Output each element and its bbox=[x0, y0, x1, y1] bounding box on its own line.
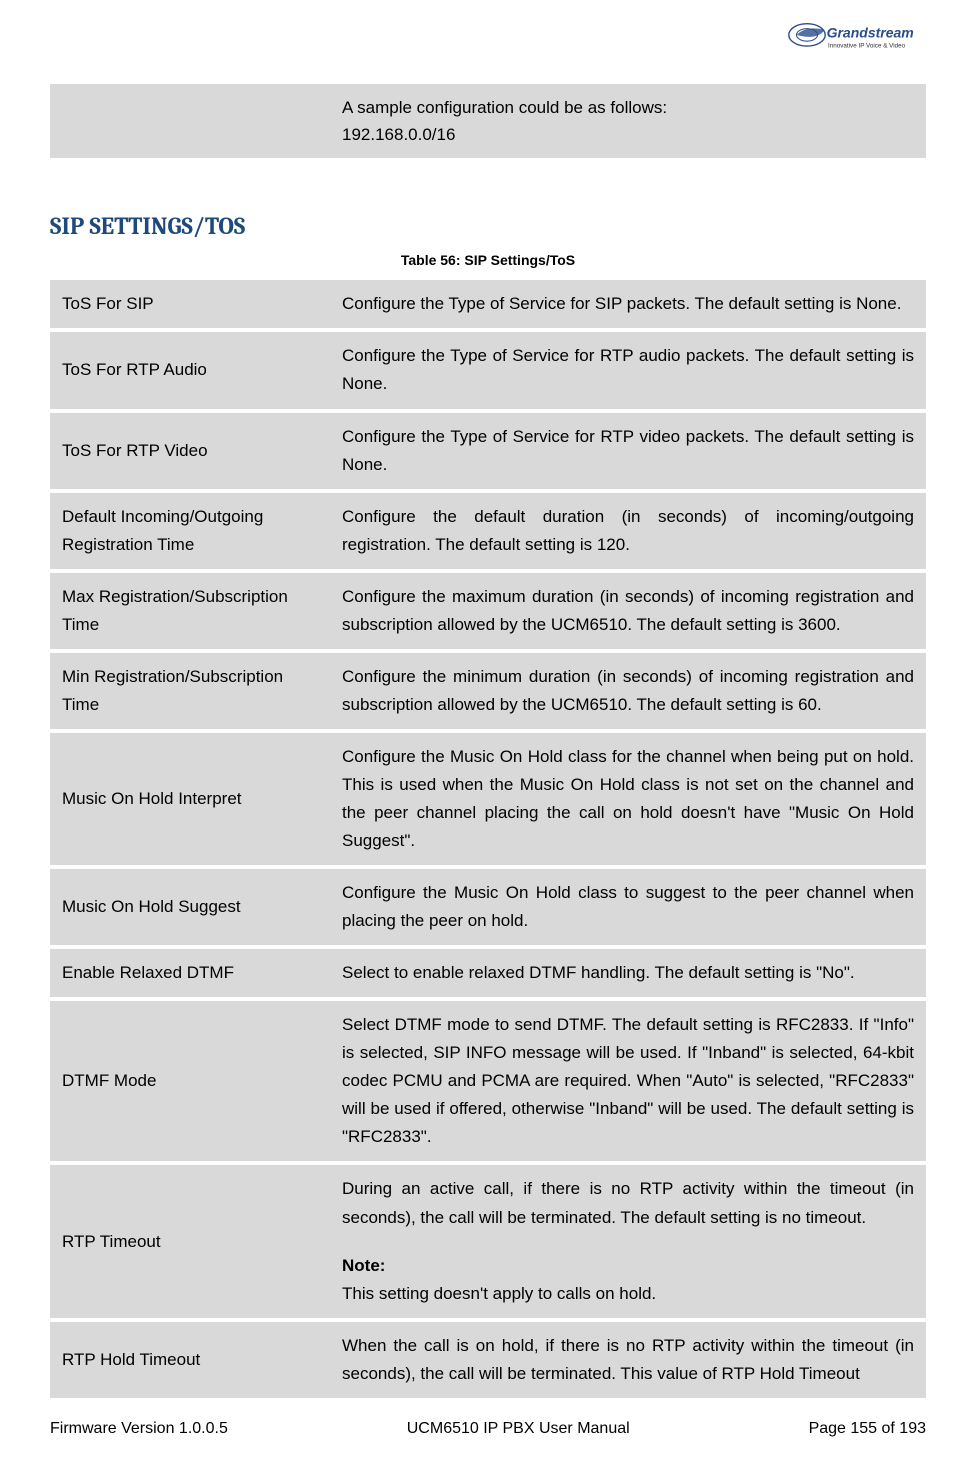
table-row: ToS For RTP Audio Configure the Type of … bbox=[50, 332, 926, 408]
setting-desc: When the call is on hold, if there is no… bbox=[330, 1322, 926, 1398]
section-heading: SIP SETTINGS/TOS bbox=[50, 212, 926, 240]
setting-label: RTP Hold Timeout bbox=[50, 1322, 330, 1398]
setting-label: Music On Hold Suggest bbox=[50, 869, 330, 945]
setting-desc: Configure the maximum duration (in secon… bbox=[330, 573, 926, 649]
setting-desc: Configure the Type of Service for RTP au… bbox=[330, 332, 926, 408]
setting-label: ToS For RTP Audio bbox=[50, 332, 330, 408]
intro-line1: A sample configuration could be as follo… bbox=[342, 98, 667, 117]
intro-desc-cell: A sample configuration could be as follo… bbox=[330, 84, 926, 158]
table-row: A sample configuration could be as follo… bbox=[50, 84, 926, 158]
svg-text:Innovative IP Voice & Video: Innovative IP Voice & Video bbox=[828, 43, 906, 50]
note-text: This setting doesn't apply to calls on h… bbox=[342, 1284, 656, 1303]
setting-label: Enable Relaxed DTMF bbox=[50, 949, 330, 997]
intro-label-cell bbox=[50, 84, 330, 158]
table-row: RTP Timeout During an active call, if th… bbox=[50, 1165, 926, 1317]
intro-line2: 192.168.0.0/16 bbox=[342, 125, 455, 144]
table-row: ToS For SIP Configure the Type of Servic… bbox=[50, 280, 926, 328]
table-row: Music On Hold Suggest Configure the Musi… bbox=[50, 869, 926, 945]
setting-desc: Select DTMF mode to send DTMF. The defau… bbox=[330, 1001, 926, 1161]
setting-label: Max Registration/Subscription Time bbox=[50, 573, 330, 649]
setting-desc: Select to enable relaxed DTMF handling. … bbox=[330, 949, 926, 997]
setting-label: Music On Hold Interpret bbox=[50, 733, 330, 865]
setting-label: Default Incoming/Outgoing Registration T… bbox=[50, 493, 330, 569]
setting-desc: Configure the Music On Hold class to sug… bbox=[330, 869, 926, 945]
setting-label: ToS For RTP Video bbox=[50, 413, 330, 489]
setting-label: ToS For SIP bbox=[50, 280, 330, 328]
table-row: Music On Hold Interpret Configure the Mu… bbox=[50, 733, 926, 865]
footer-page-number: Page 155 of 193 bbox=[809, 1420, 926, 1438]
setting-desc: Configure the minimum duration (in secon… bbox=[330, 653, 926, 729]
table-row: DTMF Mode Select DTMF mode to send DTMF.… bbox=[50, 1001, 926, 1161]
table-row: ToS For RTP Video Configure the Type of … bbox=[50, 413, 926, 489]
setting-desc: Configure the Music On Hold class for th… bbox=[330, 733, 926, 865]
rtp-timeout-desc: During an active call, if there is no RT… bbox=[342, 1179, 914, 1226]
sip-settings-table: ToS For SIP Configure the Type of Servic… bbox=[50, 276, 926, 1401]
table-row: Default Incoming/Outgoing Registration T… bbox=[50, 493, 926, 569]
table-row: RTP Hold Timeout When the call is on hol… bbox=[50, 1322, 926, 1398]
setting-desc: Configure the Type of Service for SIP pa… bbox=[330, 280, 926, 328]
setting-desc: During an active call, if there is no RT… bbox=[330, 1165, 926, 1317]
table-row: Min Registration/Subscription Time Confi… bbox=[50, 653, 926, 729]
table-row: Max Registration/Subscription Time Confi… bbox=[50, 573, 926, 649]
brand-logo: Grandstream Innovative IP Voice & Video bbox=[786, 18, 926, 68]
intro-config-table: A sample configuration could be as follo… bbox=[50, 80, 926, 162]
setting-desc: Configure the default duration (in secon… bbox=[330, 493, 926, 569]
grandstream-logo-icon: Grandstream Innovative IP Voice & Video bbox=[786, 18, 926, 63]
setting-label: Min Registration/Subscription Time bbox=[50, 653, 330, 729]
svg-text:Grandstream: Grandstream bbox=[827, 25, 914, 41]
page-footer: Firmware Version 1.0.0.5 UCM6510 IP PBX … bbox=[50, 1420, 926, 1438]
footer-manual-title: UCM6510 IP PBX User Manual bbox=[407, 1420, 630, 1438]
table-row: Enable Relaxed DTMF Select to enable rel… bbox=[50, 949, 926, 997]
table-caption: Table 56: SIP Settings/ToS bbox=[50, 252, 926, 268]
footer-firmware: Firmware Version 1.0.0.5 bbox=[50, 1420, 228, 1438]
setting-desc: Configure the Type of Service for RTP vi… bbox=[330, 413, 926, 489]
setting-label: RTP Timeout bbox=[50, 1165, 330, 1317]
page-content: A sample configuration could be as follo… bbox=[50, 80, 926, 1402]
note-label: Note: bbox=[342, 1252, 914, 1280]
setting-label: DTMF Mode bbox=[50, 1001, 330, 1161]
